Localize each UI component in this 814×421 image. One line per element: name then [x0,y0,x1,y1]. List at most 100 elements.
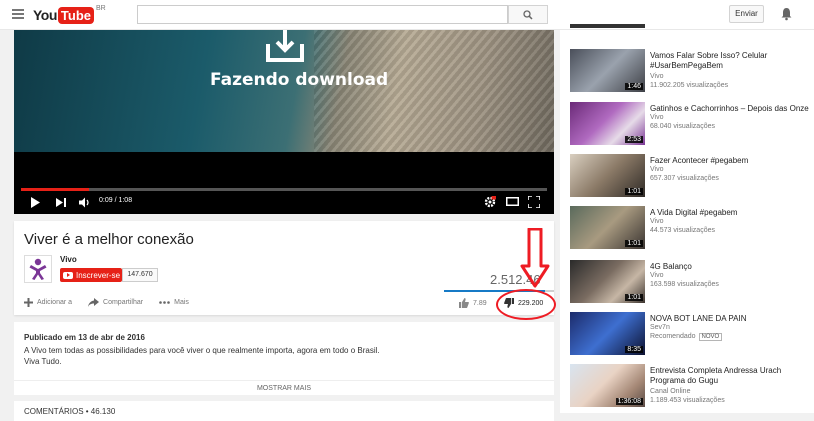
description-box: Publicado em 13 de abr de 2016 A Vivo te… [14,322,554,395]
view-count: 1.189.453 visualizações [650,397,725,404]
logo-region: BR [96,5,106,12]
related-video-item[interactable]: 1:46 Vamos Falar Sobre Isso? Celular #Us… [570,49,814,97]
theater-mode-icon[interactable] [506,197,519,206]
video-title-line-2[interactable]: Programa do Gugu [650,376,814,386]
video-title[interactable]: Gatinhos e Cachorrinhos – Depois das Onz… [650,104,814,114]
channel-name: Vivo [650,166,664,173]
search-input[interactable] [137,5,508,24]
video-title[interactable]: Vamos Falar Sobre Isso? Celular [650,51,814,61]
video-duration: 2:53 [625,136,643,143]
play-icon[interactable] [30,197,41,208]
upload-button[interactable]: Enviar [729,5,764,23]
channel-name: Vivo [650,218,664,225]
video-thumbnail[interactable]: 1:01 [570,154,645,197]
video-title[interactable]: 4G Balanço [650,262,814,272]
more-button[interactable]: Mais [159,299,189,306]
channel-name: Canal Online [650,388,691,395]
video-duration: 1:01 [625,188,643,195]
related-videos-sidebar: 1:46 Vamos Falar Sobre Isso? Celular #Us… [560,24,814,413]
video-player[interactable]: Fazendo download 0:09 / 1:08 [14,30,554,214]
search-button[interactable] [508,5,548,24]
youtube-logo[interactable]: You Tube BR [33,5,106,24]
related-video-item[interactable]: 2:53 Gatinhos e Cachorrinhos – Depois da… [570,102,814,150]
share-button[interactable]: Compartilhar [88,298,143,307]
video-title-line-2[interactable]: #UsarBemPegaBem [650,61,814,71]
view-count: 11.902.205 visualizações [650,82,729,89]
related-video-item[interactable]: 1:01 Fazer Acontecer #pegabem Vivo 657.3… [570,154,814,202]
download-overlay-text: Fazendo download [210,70,389,90]
description-line-2: Viva Tudo. [24,357,62,366]
share-label: Compartilhar [103,299,144,306]
related-video-item[interactable]: 1:36:08 Entrevista Completa Andressa Ura… [570,364,814,412]
share-arrow-icon [88,298,100,307]
video-duration: 1:01 [625,240,643,247]
comments-label: COMENTÁRIOS • 46.130 [24,407,116,416]
video-thumbnail[interactable] [570,24,645,28]
more-label: Mais [174,299,189,306]
channel-name: Vivo [650,114,664,121]
video-thumbnail[interactable]: 1:46 [570,49,645,92]
red-annotation-ellipse [496,289,556,320]
menu-icon[interactable] [12,9,24,19]
publish-date: Publicado em 13 de abr de 2016 [24,333,145,342]
related-video-item[interactable]: 1:01 A Vida Digital #pegabem Vivo 44.573… [570,206,814,254]
video-title[interactable]: A Vida Digital #pegabem [650,208,814,218]
volume-icon[interactable] [79,197,91,208]
video-thumbnail[interactable]: 8:35 [570,312,645,355]
channel-name[interactable]: Vivo [60,255,77,264]
video-title[interactable]: Entrevista Completa Andressa Urach [650,366,814,376]
youtube-play-icon [63,271,73,279]
channel-name: Sev7n [650,324,670,331]
subscriber-count: 147.670 [122,268,158,282]
next-icon[interactable] [56,198,67,207]
video-title[interactable]: NOVA BOT LANE DA PAIN [650,314,814,324]
channel-name: Vivo [650,73,664,80]
video-thumbnail[interactable]: 1:01 [570,206,645,249]
show-more-button[interactable]: MOSTRAR MAIS [14,380,554,392]
more-dots-icon [159,301,170,304]
thumbs-up-icon [459,298,469,308]
action-bar: Adicionar a Compartilhar Mais [24,298,205,307]
video-title[interactable]: Fazer Acontecer #pegabem [650,156,814,166]
fullscreen-icon[interactable] [528,196,540,208]
settings-gear-icon[interactable] [484,196,496,208]
view-count: 657.307 visualizações [650,175,719,182]
video-frame[interactable]: Fazendo download [14,30,554,152]
description-line-1: A Vivo tem todas as possibilidades para … [24,346,380,355]
progress-bar[interactable] [21,188,547,191]
list-item-partial[interactable] [570,24,814,28]
vivo-logo-icon [29,258,47,280]
video-thumbnail[interactable]: 2:53 [570,102,645,145]
like-button[interactable]: 7.89 [459,298,487,308]
logo-you: You [33,7,57,23]
video-frame-rock [314,30,554,152]
channel-avatar[interactable] [24,255,52,283]
comments-header: COMENTÁRIOS • 46.130 [14,401,554,421]
view-count: 68.040 visualizações [650,123,715,130]
add-to-label: Adicionar a [37,299,73,306]
add-to-button[interactable]: Adicionar a [24,298,72,307]
video-duration: 1:01 [625,294,643,301]
video-duration: 1:46 [625,83,643,90]
video-thumbnail[interactable]: 1:01 [570,260,645,303]
related-video-item[interactable]: 1:01 4G Balanço Vivo 163.598 visualizaçõ… [570,260,814,308]
view-count: 163.598 visualizações [650,281,719,288]
red-annotation-arrow [520,228,550,288]
video-title: Viver é a melhor conexão [24,231,194,248]
video-duration: 1:36:08 [615,398,643,405]
related-video-item[interactable]: 8:35 NOVA BOT LANE DA PAIN Sev7n Recomen… [570,312,814,360]
progress-fill [21,188,90,191]
video-thumbnail[interactable]: 1:36:08 [570,364,645,407]
recommended-label: Recomendado [650,333,696,340]
time-display: 0:09 / 1:08 [99,197,133,204]
plus-icon [24,298,33,307]
notifications-bell-icon[interactable] [780,7,793,21]
like-count: 7.89 [473,299,487,307]
player-controls: 0:09 / 1:08 [14,192,554,214]
video-duration: 8:35 [625,346,643,353]
logo-tube: Tube [57,6,94,24]
new-badge: NOVO [698,333,723,341]
download-icon [266,30,304,62]
subscribe-label: Inscrever-se [76,270,121,280]
subscribe-button[interactable]: Inscrever-se [60,268,122,282]
